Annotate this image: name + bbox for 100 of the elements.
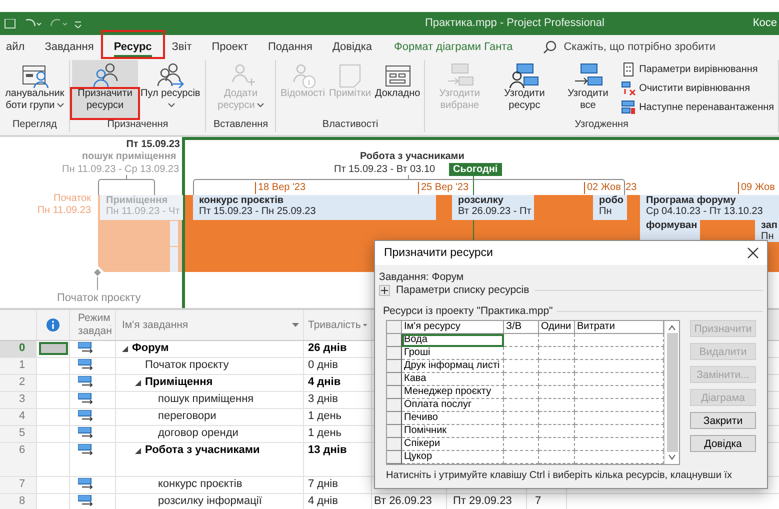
resource-cell[interactable]: Оплата послуг: [402, 399, 504, 412]
ribbon-tab[interactable]: Довідка: [322, 39, 382, 55]
row-number[interactable]: 4: [0, 409, 37, 425]
ribbon-tab[interactable]: Подання: [258, 39, 322, 55]
grid-cell[interactable]: [575, 451, 664, 464]
grid-cell[interactable]: [539, 386, 575, 399]
grid-cell[interactable]: [575, 334, 664, 347]
grid-cell[interactable]: [504, 438, 539, 451]
expand-button[interactable]: [379, 284, 390, 296]
column-header[interactable]: З/В: [504, 321, 539, 334]
row-selector[interactable]: [387, 334, 402, 347]
grid-cell[interactable]: [539, 373, 575, 386]
row-number[interactable]: 1: [0, 358, 37, 374]
column-header[interactable]: Ім'я ресурсу: [402, 321, 504, 334]
grid-cell[interactable]: [504, 360, 539, 373]
timeline-task[interactable]: формуван: [640, 220, 700, 242]
row-selector[interactable]: [387, 347, 402, 360]
collapse-icon[interactable]: [122, 346, 128, 352]
grid-cell[interactable]: [539, 438, 575, 451]
grid-cell[interactable]: [539, 412, 575, 425]
row-selector[interactable]: [387, 451, 402, 464]
resource-cell[interactable]: Друк інформац листі: [402, 360, 504, 373]
dialog-button[interactable]: Довідка: [690, 435, 756, 452]
grid-cell[interactable]: [504, 425, 539, 438]
grid-cell[interactable]: [504, 347, 539, 360]
resource-cell[interactable]: Печиво: [402, 412, 504, 425]
grid-cell[interactable]: [504, 386, 539, 399]
grid-cell[interactable]: [575, 412, 664, 425]
grid-cell[interactable]: [504, 334, 539, 347]
ribbon-tab[interactable]: Формат діаграми Ганта: [382, 39, 523, 55]
resource-cell[interactable]: Помічник: [402, 425, 504, 438]
grid-cell[interactable]: [504, 412, 539, 425]
row-selector[interactable]: [387, 360, 402, 373]
column-header[interactable]: Ім'я завдання: [116, 310, 304, 340]
collapse-icon[interactable]: [135, 448, 141, 454]
scrollbar[interactable]: [664, 321, 679, 464]
grid-cell[interactable]: [575, 438, 664, 451]
row-number[interactable]: 5: [0, 426, 37, 442]
row-number[interactable]: 7: [0, 477, 37, 493]
ribbon-tab[interactable]: Ресурс: [104, 39, 162, 55]
ribbon-button[interactable]: Призначити ресурси: [72, 60, 138, 118]
column-header[interactable]: Витрати: [575, 321, 664, 334]
ribbon-button[interactable]: Параметри вирівнювання: [619, 61, 776, 78]
ribbon-button[interactable]: Докладно: [372, 60, 422, 118]
customize-icon[interactable]: [74, 20, 82, 28]
ribbon-button[interactable]: Узгодити все: [556, 60, 620, 118]
timeline-task[interactable]: зап Пн: [755, 220, 779, 242]
column-header[interactable]: Одини: [539, 321, 575, 334]
grid-cell[interactable]: [575, 425, 664, 438]
grid-cell[interactable]: [504, 373, 539, 386]
ribbon-button[interactable]: Узгодити ресурс: [492, 60, 557, 118]
scroll-up-icon[interactable]: [668, 325, 676, 331]
timeline-task[interactable]: конкурс проєктів Пт 15.09.23 - Пн 25.09.23: [193, 195, 436, 220]
resource-cell[interactable]: Менеджер проєкту: [402, 386, 504, 399]
row-selector[interactable]: [387, 373, 402, 386]
timeline-task[interactable]: Програма форуму Ср 04.10.23 - Пт 13.10.23: [640, 195, 779, 220]
resource-cell[interactable]: Кава: [402, 373, 504, 386]
row-number[interactable]: 0: [0, 341, 37, 357]
grid-cell[interactable]: [575, 373, 664, 386]
ribbon-tab[interactable]: Проект: [202, 39, 258, 55]
row-selector[interactable]: [387, 399, 402, 412]
grid-cell[interactable]: [539, 425, 575, 438]
ribbon-button[interactable]: Наступне перенавантаження: [619, 99, 776, 116]
grid-cell[interactable]: [539, 347, 575, 360]
timeline-task[interactable]: робо Пн: [593, 195, 627, 220]
ribbon-tab[interactable]: айл: [0, 39, 35, 55]
row-selector[interactable]: [387, 425, 402, 438]
grid-cell[interactable]: [504, 451, 539, 464]
grid-cell[interactable]: [539, 334, 575, 347]
row-selector[interactable]: [387, 386, 402, 399]
grid-cell[interactable]: [575, 360, 664, 373]
row-number[interactable]: 2: [0, 375, 37, 391]
grid-cell[interactable]: [539, 399, 575, 412]
search-field[interactable]: Скажіть, що потрібно зробити: [542, 40, 734, 54]
ribbon-tab[interactable]: Звіт: [162, 39, 202, 55]
row-number[interactable]: 8: [0, 494, 37, 509]
column-header[interactable]: Тривалість: [304, 310, 372, 340]
grid-cell[interactable]: [504, 399, 539, 412]
grid-cell[interactable]: [539, 360, 575, 373]
resource-cell[interactable]: Цукор: [402, 451, 504, 464]
grid-cell[interactable]: [575, 347, 664, 360]
row-selector[interactable]: [387, 438, 402, 451]
collapse-icon[interactable]: [135, 380, 141, 386]
scroll-down-icon[interactable]: [668, 454, 676, 460]
ribbon-tab[interactable]: Завдання: [34, 39, 104, 55]
grid-cell[interactable]: [575, 386, 664, 399]
row-number[interactable]: 6: [0, 443, 37, 476]
row-selector[interactable]: [387, 412, 402, 425]
grid-cell[interactable]: [539, 451, 575, 464]
resource-cell[interactable]: Спікери: [402, 438, 504, 451]
ribbon-button[interactable]: Очистити вирівнювання: [619, 80, 776, 97]
dialog-button[interactable]: Закрити: [690, 412, 756, 429]
resource-cell[interactable]: Гроші: [402, 347, 504, 360]
save-icon[interactable]: [4, 18, 16, 28]
ribbon-button[interactable]: ланувальник боти групи: [2, 60, 68, 118]
grid-cell[interactable]: [575, 399, 664, 412]
timeline-task[interactable]: розсилку Вт 26.09.23 - Пт: [452, 195, 534, 220]
ribbon-button[interactable]: Пул ресурсів: [138, 60, 204, 118]
selected-cell[interactable]: [38, 342, 68, 355]
column-header[interactable]: Режим завдан: [70, 310, 116, 340]
